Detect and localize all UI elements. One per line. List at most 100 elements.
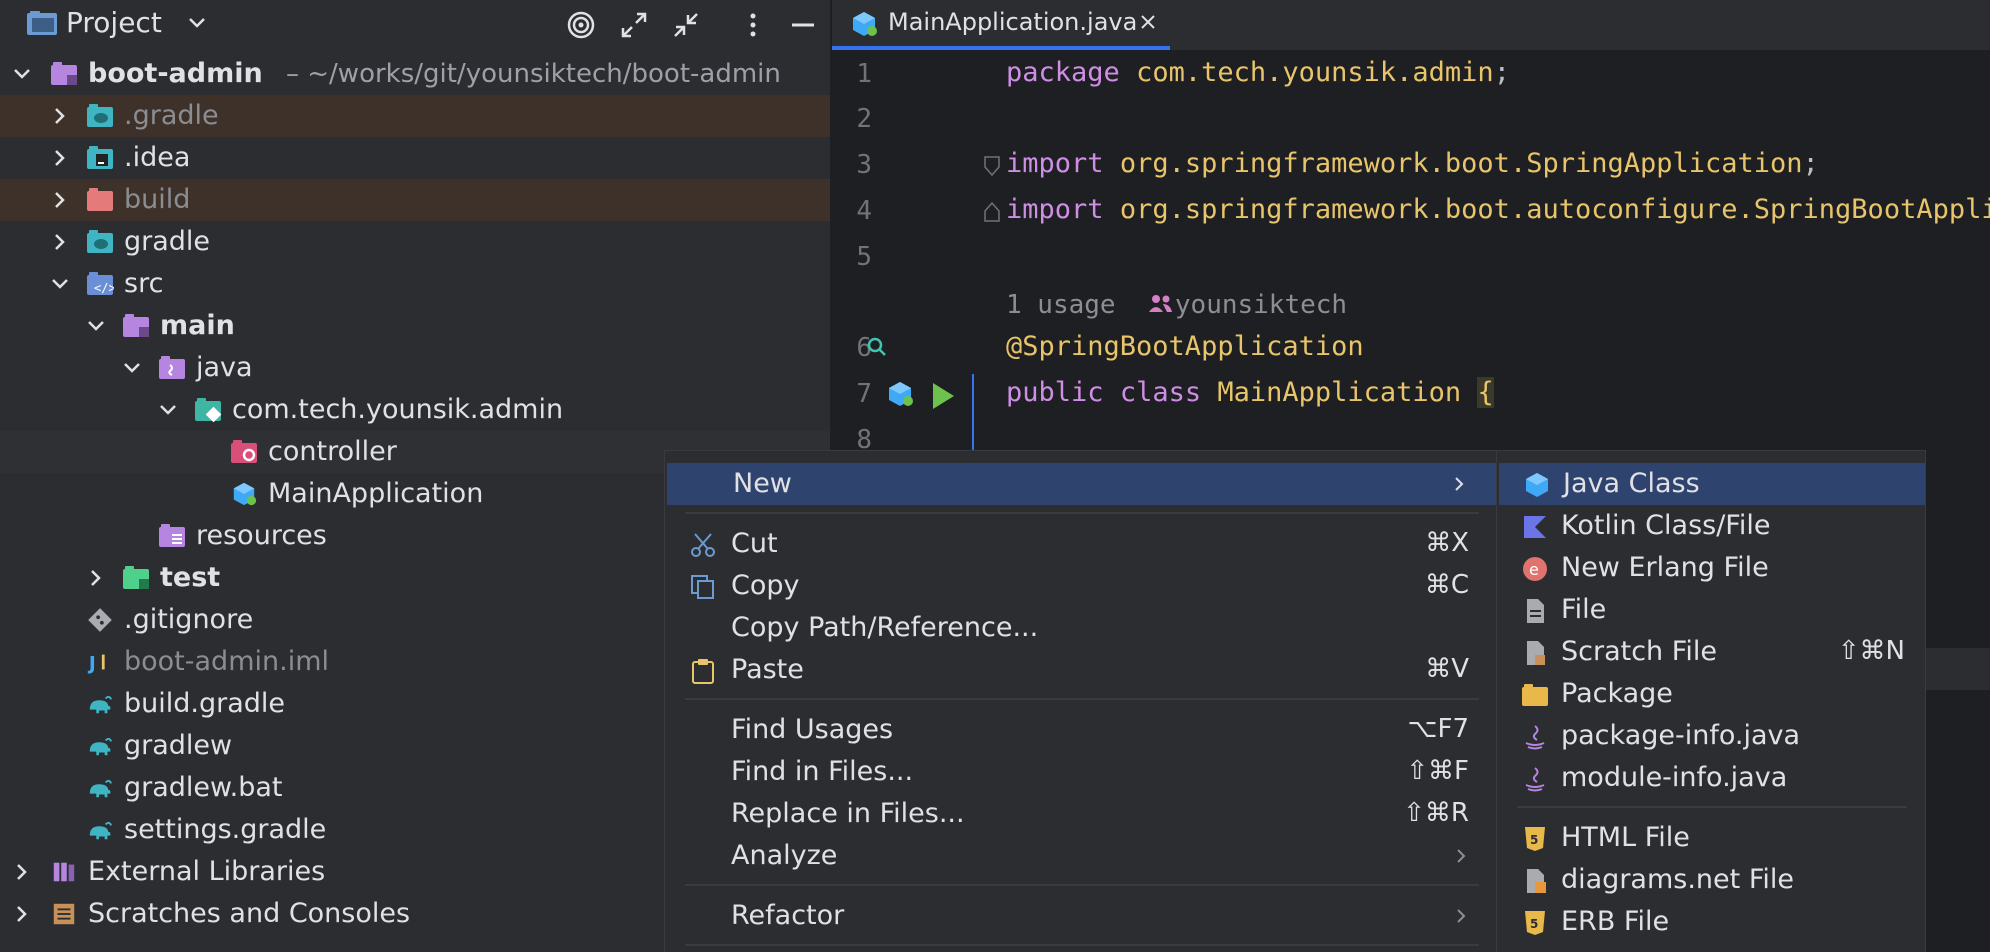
submenu-item-label: New Erlang File	[1561, 552, 1769, 583]
idea-folder-icon	[87, 146, 113, 169]
tree-item-boot-admin[interactable]: boot-admin – ~/works/git/younsiktech/boo…	[0, 53, 830, 95]
menu-item-paste[interactable]: Paste ⌘V	[665, 649, 1499, 691]
chevron-right-icon[interactable]	[50, 190, 70, 210]
fold-icon[interactable]	[982, 155, 1002, 177]
tree-item-java[interactable]: java	[0, 347, 830, 389]
fold-icon[interactable]	[982, 201, 1002, 223]
chevron-right-icon	[1457, 909, 1466, 923]
code-keyword: package	[1006, 57, 1120, 88]
tree-item-dot-gradle[interactable]: .gradle	[0, 95, 830, 137]
java-class-icon	[1526, 473, 1548, 497]
code-line[interactable]: import org.springframework.boot.SpringAp…	[1006, 148, 1819, 179]
erlang-icon: e	[1523, 557, 1547, 581]
chevron-right-icon[interactable]	[50, 148, 70, 168]
chevron-right-icon[interactable]	[12, 904, 32, 924]
expand-all-icon[interactable]	[619, 10, 649, 40]
submenu-item-kotlin[interactable]: Kotlin Class/File	[1497, 505, 1927, 547]
menu-item-cut[interactable]: Cut ⌘X	[665, 523, 1499, 565]
code-line[interactable]: import org.springframework.boot.autoconf…	[1006, 194, 1990, 225]
submenu-item-package[interactable]: Package	[1497, 673, 1927, 715]
submenu-item-scratch[interactable]: Scratch File ⇧⌘N	[1497, 631, 1927, 673]
usage-count[interactable]: 1 usage	[1006, 290, 1116, 320]
code-line[interactable]: @SpringBootApplication	[1006, 331, 1364, 362]
editor-tab-bar: MainApplication.java	[832, 0, 1990, 50]
menu-item-label: Cut	[731, 528, 778, 559]
submenu-item-html[interactable]: 5 HTML File	[1497, 817, 1927, 859]
menu-item-copy-path[interactable]: Copy Path/Reference...	[665, 607, 1499, 649]
chevron-down-icon[interactable]	[86, 316, 106, 336]
run-icon[interactable]	[930, 381, 956, 411]
chevron-right-icon[interactable]	[50, 106, 70, 126]
tree-item-label: com.tech.younsik.admin	[232, 394, 564, 425]
menu-item-refactor[interactable]: Refactor	[665, 895, 1499, 937]
submenu-item-module-info[interactable]: module-info.java	[1497, 757, 1927, 799]
chevron-right-icon[interactable]	[86, 568, 106, 588]
svg-text:5: 5	[1530, 833, 1538, 847]
chevron-down-icon[interactable]	[50, 274, 70, 294]
menu-item-copy[interactable]: Copy ⌘C	[665, 565, 1499, 607]
menu-item-label: Replace in Files...	[731, 798, 965, 829]
chevron-down-icon[interactable]	[12, 64, 32, 84]
tab-main-application[interactable]: MainApplication.java	[832, 0, 1170, 50]
locate-icon[interactable]	[566, 10, 596, 40]
tree-item-label: src	[124, 268, 164, 299]
java-file-icon	[1525, 725, 1545, 750]
tree-item-build[interactable]: build	[0, 179, 830, 221]
menu-item-replace-in-files[interactable]: Replace in Files... ⇧⌘R	[665, 793, 1499, 835]
chevron-down-icon[interactable]	[122, 358, 142, 378]
close-icon[interactable]	[1138, 12, 1158, 32]
line-number: 2	[856, 104, 872, 134]
code-line[interactable]: package com.tech.younsik.admin;	[1006, 57, 1510, 88]
chevron-right-icon[interactable]	[50, 232, 70, 252]
code-line[interactable]: public class MainApplication {	[1006, 377, 1494, 408]
submenu-item-java-class[interactable]: Java Class	[1499, 463, 1925, 505]
submenu-item-package-info[interactable]: package-info.java	[1497, 715, 1927, 757]
scratches-icon	[53, 903, 75, 925]
line-number: 7	[856, 379, 872, 409]
module-folder-icon	[51, 62, 77, 85]
tree-item-package[interactable]: com.tech.younsik.admin	[0, 389, 830, 431]
more-options-icon[interactable]	[738, 10, 768, 40]
svg-text:</>: </>	[94, 281, 114, 295]
tree-item-main[interactable]: main	[0, 305, 830, 347]
tree-item-label: java	[196, 352, 253, 383]
submenu-item-diagrams[interactable]: diagrams.net File	[1497, 859, 1927, 901]
spring-boot-class-icon	[853, 12, 877, 36]
code-keyword: class	[1119, 377, 1202, 408]
line-number: 3	[856, 150, 872, 180]
menu-item-label: Copy	[731, 570, 800, 601]
tree-item-idea[interactable]: .idea	[0, 137, 830, 179]
menu-shortcut: ⌘X	[1425, 528, 1469, 558]
gradle-elephant-icon	[89, 737, 113, 756]
code-package: org.springframework.boot.SpringApplicati…	[1119, 148, 1803, 179]
author-name[interactable]: younsiktech	[1175, 290, 1347, 320]
project-panel-title[interactable]: Project	[66, 6, 162, 39]
menu-item-new[interactable]: New	[667, 463, 1497, 505]
submenu-item-erb[interactable]: 5 ERB File	[1497, 901, 1927, 943]
tree-item-gradle[interactable]: gradle	[0, 221, 830, 263]
submenu-item-file[interactable]: File	[1497, 589, 1927, 631]
menu-item-label: Copy Path/Reference...	[731, 612, 1039, 643]
submenu-item-erlang[interactable]: e New Erlang File	[1497, 547, 1927, 589]
submenu-item-partial[interactable]	[1497, 943, 1927, 952]
menu-item-find-in-files[interactable]: Find in Files... ⇧⌘F	[665, 751, 1499, 793]
spring-bean-icon[interactable]	[886, 380, 914, 408]
menu-item-analyze[interactable]: Analyze	[665, 835, 1499, 877]
chevron-right-icon[interactable]	[12, 862, 32, 882]
search-icon[interactable]	[866, 336, 888, 358]
inlay-hint[interactable]: 1 usage younsiktech	[1006, 290, 1347, 320]
tree-item-label: build	[124, 184, 191, 215]
tree-item-src[interactable]: </> src	[0, 263, 830, 305]
current-line-highlight	[1926, 648, 1990, 690]
chevron-down-icon[interactable]	[158, 400, 178, 420]
minimize-icon[interactable]	[788, 10, 818, 40]
code-class-name: MainApplication	[1217, 377, 1462, 408]
collapse-all-icon[interactable]	[671, 10, 701, 40]
menu-item-find-usages[interactable]: Find Usages ⌥F7	[665, 709, 1499, 751]
gradle-folder-icon	[87, 230, 113, 253]
gradle-elephant-icon	[89, 695, 113, 714]
svg-text:5: 5	[1530, 917, 1538, 931]
chevron-down-icon[interactable]	[186, 12, 208, 34]
code-brace: {	[1477, 377, 1494, 408]
line-number: 5	[856, 242, 872, 272]
